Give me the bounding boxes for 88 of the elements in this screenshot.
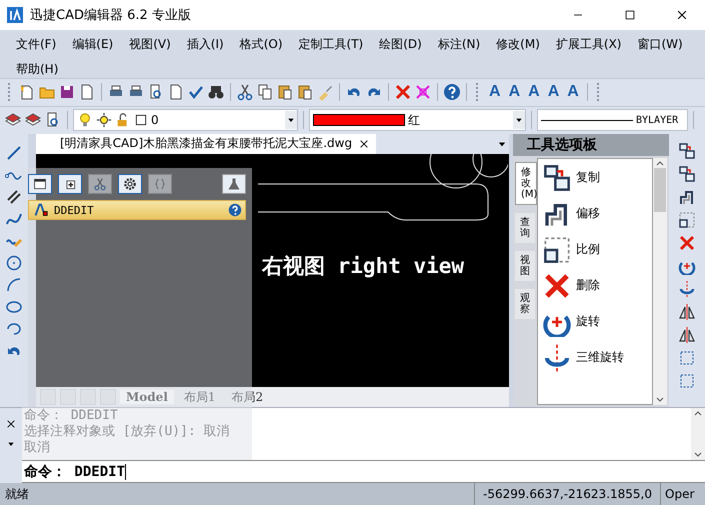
- copy-icon[interactable]: [256, 83, 274, 102]
- linetype-dropdown[interactable]: BYLAYER: [537, 109, 688, 132]
- text-style-tool[interactable]: A: [544, 83, 562, 102]
- text-style-tool[interactable]: A: [564, 83, 582, 102]
- menu-item[interactable]: 绘图(D): [371, 32, 430, 57]
- delete-icon[interactable]: [394, 83, 412, 102]
- multiline-icon[interactable]: [5, 188, 23, 206]
- rotate3d-tool-icon: [542, 342, 572, 373]
- command-name: DDEDIT: [54, 204, 95, 216]
- palette-tab[interactable]: 视图: [515, 250, 535, 281]
- command-history-line: 选择注释对象或 [放弃(U)]: 取消: [24, 424, 231, 440]
- cut-button[interactable]: [88, 174, 112, 194]
- bulb-icon: [77, 112, 93, 128]
- scroll-thumb[interactable]: [654, 168, 666, 212]
- cross-icon[interactable]: [414, 83, 432, 102]
- app-logo-icon: [6, 6, 24, 24]
- text-edit-icon: [32, 203, 50, 217]
- menu-item[interactable]: 修改(M): [488, 32, 548, 57]
- status-message: 就绪: [4, 486, 30, 503]
- menu-item[interactable]: 格式(O): [232, 32, 291, 57]
- close-icon[interactable]: [358, 138, 370, 150]
- help-icon[interactable]: [228, 203, 242, 217]
- insert-button[interactable]: [58, 174, 82, 194]
- view-label: 右视图 right view: [262, 252, 464, 280]
- scrollbar[interactable]: [691, 408, 705, 460]
- delete-icon[interactable]: [678, 234, 696, 252]
- command-history-line: 命令： DDEDIT: [24, 408, 119, 424]
- binoculars-icon[interactable]: [207, 83, 225, 102]
- sun-icon: [96, 112, 112, 128]
- menu-item[interactable]: 定制工具(T): [290, 32, 372, 57]
- line-icon[interactable]: [5, 144, 23, 162]
- status-mode[interactable]: Oper: [660, 483, 705, 505]
- window-title: 迅捷CAD编辑器 6.2 专业版: [30, 6, 192, 24]
- close-icon[interactable]: [5, 418, 17, 430]
- palette-tool[interactable]: 旋转: [542, 306, 648, 337]
- palette-tab[interactable]: 观察: [515, 288, 535, 319]
- text-style-tool[interactable]: A: [506, 83, 524, 102]
- palette-tool[interactable]: 删除: [542, 270, 648, 301]
- document-tab[interactable]: [明清家具CAD]木胎黑漆描金有束腰带托泥大宝座.dwg: [36, 134, 376, 154]
- text-style-tool[interactable]: A: [525, 83, 543, 102]
- mirror-icon[interactable]: [678, 302, 696, 321]
- palette-tool[interactable]: 偏移: [542, 198, 648, 229]
- command-input[interactable]: 命令： DDEDIT: [22, 460, 705, 484]
- rotate-3d-icon[interactable]: [678, 280, 696, 298]
- arc-icon[interactable]: [5, 276, 23, 294]
- palette-tool[interactable]: 比例: [542, 234, 648, 265]
- text-style-tool[interactable]: A: [486, 83, 504, 102]
- flask-button[interactable]: [222, 174, 246, 194]
- menu-item[interactable]: 帮助(H): [8, 56, 66, 82]
- window-icon: [32, 177, 48, 191]
- scrollbar[interactable]: [653, 158, 667, 406]
- menu-item[interactable]: 标注(N): [430, 32, 488, 57]
- scale-icon[interactable]: [678, 210, 696, 229]
- scale-tool-icon: [542, 234, 572, 265]
- layer-dropdown[interactable]: 0: [73, 109, 298, 132]
- array-icon[interactable]: [678, 372, 696, 390]
- palette-tool[interactable]: 复制: [542, 162, 648, 193]
- maximize-icon[interactable]: [623, 8, 637, 22]
- cut-icon[interactable]: [236, 83, 254, 102]
- menu-item[interactable]: 文件(F): [8, 32, 64, 57]
- color-dropdown[interactable]: 红: [309, 109, 526, 132]
- document-title: [明清家具CAD]木胎黑漆描金有束腰带托泥大宝座.dwg: [60, 135, 352, 152]
- palette-tab[interactable]: 修改(M): [515, 162, 537, 205]
- array-icon[interactable]: [678, 348, 696, 367]
- help-icon[interactable]: [443, 83, 461, 102]
- color-square-icon: [134, 113, 148, 128]
- palette-tab[interactable]: 查询: [515, 212, 535, 243]
- command-history-line: 取消: [24, 440, 51, 456]
- copy-tool-icon: [542, 162, 572, 193]
- menu-item[interactable]: 窗口(W): [629, 32, 691, 57]
- menu-item[interactable]: 扩展工具(X): [548, 32, 630, 57]
- paste-special-icon[interactable]: [296, 83, 314, 102]
- palette-tool[interactable]: 三维旋转: [542, 342, 648, 373]
- scissors-icon: [92, 177, 108, 191]
- settings-button[interactable]: [118, 174, 142, 194]
- coordinates-readout: -56299.6637,-21623.1855,0: [474, 483, 660, 505]
- flask-icon: [226, 177, 242, 191]
- window-button[interactable]: [28, 174, 52, 194]
- menu-item[interactable]: 插入(I): [178, 32, 232, 57]
- settings-icon: [122, 177, 138, 191]
- palette-title: 工具选项板: [513, 134, 669, 156]
- mirror-icon[interactable]: [678, 326, 696, 344]
- copy-icon[interactable]: [678, 164, 696, 183]
- menu-item[interactable]: 编辑(E): [64, 32, 122, 57]
- circle-icon[interactable]: [5, 254, 23, 272]
- paste-icon[interactable]: [276, 83, 294, 102]
- menu-item[interactable]: 视图(V): [121, 32, 179, 57]
- copy-icon[interactable]: [678, 142, 696, 160]
